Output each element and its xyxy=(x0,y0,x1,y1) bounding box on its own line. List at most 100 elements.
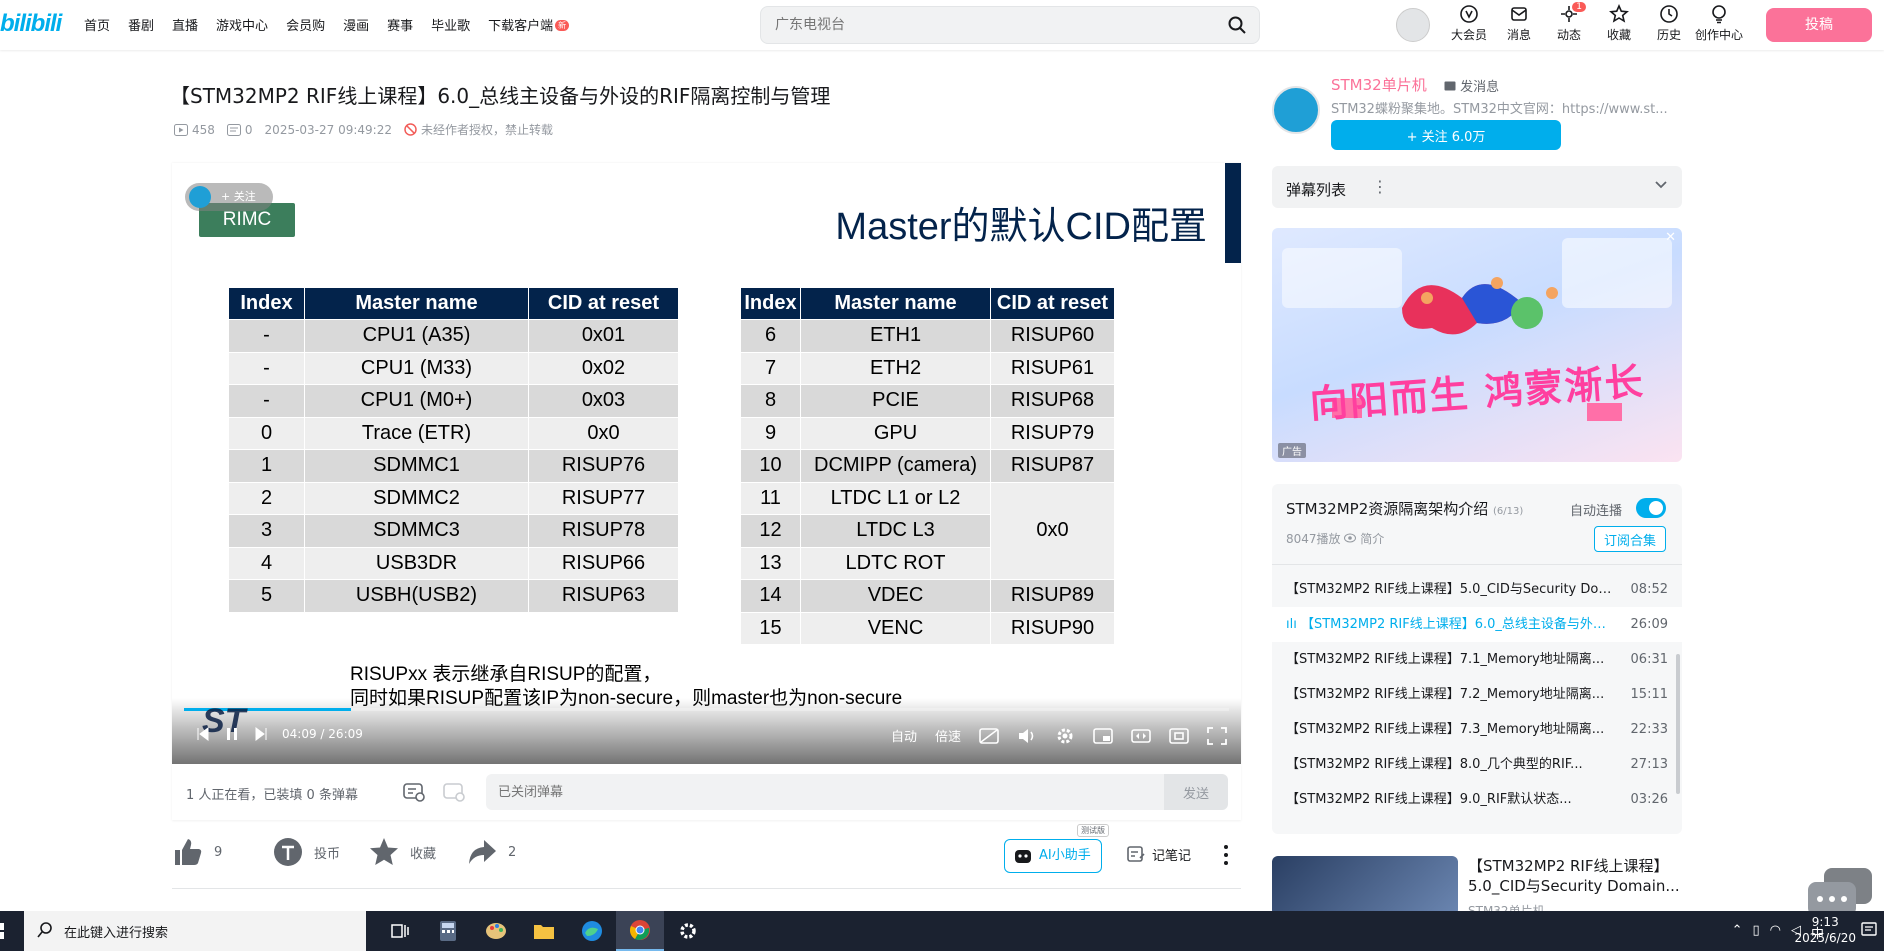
next-icon[interactable] xyxy=(254,727,268,741)
playlist-item-title: ılı 【STM32MP2 RIF线上课程】6.0_总线主设备与外设的RIF隔离… xyxy=(1286,607,1616,642)
coin-icon xyxy=(274,838,302,866)
vip-button[interactable]: 大会员 xyxy=(1444,4,1494,43)
nav-manga[interactable]: 漫画 xyxy=(343,15,369,34)
more-options-icon[interactable] xyxy=(1216,842,1236,868)
subscribe-collection-button[interactable]: 订阅合集 xyxy=(1594,526,1666,552)
search-input[interactable] xyxy=(761,7,1201,43)
nav-mall[interactable]: 会员购 xyxy=(286,15,325,34)
bilibili-logo[interactable]: bilibili xyxy=(0,10,62,38)
user-avatar[interactable] xyxy=(1396,8,1430,42)
playlist-item-title: 【STM32MP2 RIF线上课程】7.1_Memory地址隔离... xyxy=(1286,652,1605,667)
search-icon[interactable] xyxy=(1227,15,1247,35)
collection-title[interactable]: STM32MP2资源隔离架构介绍 (6/13) xyxy=(1286,498,1523,519)
danmaku-send-button[interactable]: 发送 xyxy=(1164,774,1228,810)
nav-game-center[interactable]: 游戏中心 xyxy=(216,15,268,34)
recommended-video[interactable]: 【STM32MP2 RIF线上课程】5.0_CID与Security Domai… xyxy=(1272,856,1682,918)
intro-link[interactable]: 简介 xyxy=(1344,532,1384,546)
playlist-item-active[interactable]: ılı 【STM32MP2 RIF线上课程】6.0_总线主设备与外设的RIF隔离… xyxy=(1272,607,1682,642)
table-row: 7 ETH2 RISUP61 xyxy=(740,351,1115,385)
ai-assistant-button[interactable]: AI小助手 xyxy=(1004,839,1102,873)
upload-button[interactable]: 投稿 xyxy=(1766,8,1872,42)
vertical-dots-icon[interactable]: ⋮ xyxy=(1372,177,1388,196)
recommended-title[interactable]: 【STM32MP2 RIF线上课程】5.0_CID与Security Domai… xyxy=(1468,856,1682,896)
danmaku-input[interactable] xyxy=(486,774,1164,810)
nav-live[interactable]: 直播 xyxy=(172,15,198,34)
progress-bar[interactable] xyxy=(184,708,1229,711)
playlist-item[interactable]: 【STM32MP2 RIF线上课程】9.0_RIF默认状态... 03:26 xyxy=(1272,782,1682,817)
nav-home[interactable]: 首页 xyxy=(84,15,110,34)
playlist-scrollbar[interactable] xyxy=(1676,654,1680,794)
viewer-info: 1 人正在看，已装填 0 条弹幕 xyxy=(186,788,358,803)
message-button[interactable]: 消息 xyxy=(1494,4,1544,43)
dynamic-button[interactable]: 1 动态 xyxy=(1544,2,1594,43)
recommended-thumbnail[interactable] xyxy=(1272,856,1458,916)
uploader-name[interactable]: STM32单片机 xyxy=(1331,74,1427,95)
send-message-link[interactable]: 发消息 xyxy=(1444,76,1499,95)
nav-graduation-song[interactable]: 毕业歌 xyxy=(431,15,470,34)
taskbar-clock[interactable]: 9:13 2025/6/20 xyxy=(1794,914,1856,946)
playlist-item[interactable]: 【STM32MP2 RIF线上课程】7.2_Memory地址隔离... 15:11 xyxy=(1272,677,1682,712)
file-explorer-app[interactable] xyxy=(520,911,568,951)
player-follow-label: + 关注 xyxy=(221,190,256,203)
pause-icon[interactable] xyxy=(224,726,240,742)
battery-icon[interactable]: ▯ xyxy=(1752,923,1759,942)
col-cid: CID at reset xyxy=(528,287,679,320)
table-row: 3 SDMMC3 RISUP78 xyxy=(228,514,679,548)
cell: RISUP63 xyxy=(528,579,679,613)
quality-auto-button[interactable]: 自动 xyxy=(891,726,917,745)
ad-banner[interactable]: 向阳而生 鸿蒙渐长 ✕ 广告 xyxy=(1272,228,1682,462)
nav-esports[interactable]: 赛事 xyxy=(387,15,413,34)
tray-expand-icon[interactable]: ⌃ xyxy=(1732,923,1743,942)
pip-icon[interactable] xyxy=(1093,727,1113,745)
follow-uploader-button[interactable]: + 关注 6.0万 xyxy=(1331,120,1561,150)
autoplay-toggle[interactable] xyxy=(1636,498,1666,518)
vip-icon xyxy=(1460,5,1478,23)
paint-app[interactable] xyxy=(472,911,520,951)
share-button[interactable]: 2 xyxy=(466,836,516,868)
favorites-button[interactable]: 收藏 xyxy=(1594,4,1644,43)
uploader-avatar[interactable] xyxy=(1272,86,1320,134)
start-icon[interactable] xyxy=(0,923,10,939)
notes-button[interactable]: 记笔记 xyxy=(1126,844,1191,864)
danmaku-list-header[interactable]: 弹幕列表 ⋮ xyxy=(1272,166,1682,208)
fullscreen-icon[interactable] xyxy=(1207,726,1227,745)
prev-icon[interactable] xyxy=(196,727,210,741)
cell: SDMMC3 xyxy=(304,514,529,548)
playlist-item-duration: 26:09 xyxy=(1630,617,1668,632)
history-button[interactable]: 历史 xyxy=(1644,4,1694,43)
notification-icon[interactable] xyxy=(1860,921,1878,939)
creator-button[interactable]: 创作中心 xyxy=(1694,4,1744,43)
danmaku-settings-icon[interactable] xyxy=(442,780,466,804)
danmaku-toggle-icon[interactable] xyxy=(402,780,426,804)
ad-close-icon[interactable]: ✕ xyxy=(1665,230,1676,245)
playlist-item[interactable]: 【STM32MP2 RIF线上课程】8.0_几个典型的RIF... 27:13 xyxy=(1272,747,1682,782)
coin-label: 投币 xyxy=(314,846,341,862)
playlist-item[interactable]: 【STM32MP2 RIF线上课程】5.0_CID与Security Domai… xyxy=(1272,572,1682,607)
playlist-item[interactable]: 【STM32MP2 RIF线上课程】7.1_Memory地址隔离... 06:31 xyxy=(1272,642,1682,677)
speed-button[interactable]: 倍速 xyxy=(935,726,961,745)
player-follow-button[interactable]: + 关注 xyxy=(185,183,273,211)
coin-button[interactable]: 投币 xyxy=(272,836,340,868)
wifi-icon[interactable]: ◠ xyxy=(1770,923,1781,942)
nav-anime[interactable]: 番剧 xyxy=(128,15,154,34)
task-view-button[interactable] xyxy=(376,911,424,951)
favorite-button[interactable]: 收藏 xyxy=(368,836,436,868)
playlist-item[interactable]: 【STM32MP2 RIF线上课程】7.3_Memory地址隔离... 22:33 xyxy=(1272,712,1682,747)
volume-icon[interactable] xyxy=(1017,727,1037,745)
edge-app[interactable] xyxy=(568,911,616,951)
taskbar-search[interactable]: 在此键入进行搜索 xyxy=(24,911,366,951)
cell: - xyxy=(228,384,305,418)
settings-gear-icon[interactable] xyxy=(1055,727,1075,745)
danmaku-list-label: 弹幕列表 xyxy=(1286,181,1347,199)
cell: ETH2 xyxy=(800,351,991,385)
video-player[interactable]: RIMC + 关注 Master的默认CID配置 Index Master na… xyxy=(172,163,1241,764)
like-button[interactable]: 9 xyxy=(172,836,222,868)
subtitle-icon[interactable] xyxy=(979,727,999,745)
web-fullscreen-icon[interactable] xyxy=(1169,727,1189,745)
settings-app[interactable] xyxy=(664,911,712,951)
calculator-app[interactable] xyxy=(424,911,472,951)
nav-download-client[interactable]: 下载客户端新 xyxy=(488,15,570,34)
widescreen-icon[interactable] xyxy=(1131,727,1151,745)
cell: 2 xyxy=(228,481,305,515)
chrome-app[interactable] xyxy=(616,911,664,951)
